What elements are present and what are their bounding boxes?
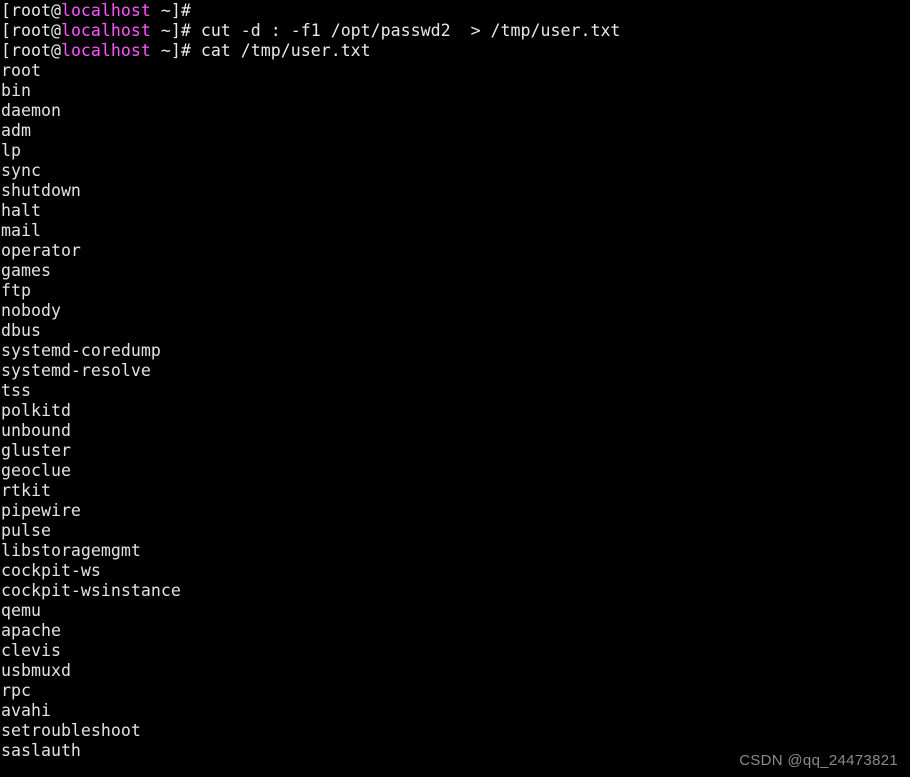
terminal-output-line: lp xyxy=(1,141,910,161)
output-text: tss xyxy=(1,381,31,400)
prompt-symbol: ~]# xyxy=(150,41,201,60)
output-text: nobody xyxy=(1,301,61,320)
terminal-window[interactable]: [root@localhost ~]# [root@localhost ~]# … xyxy=(0,0,910,777)
output-text: unbound xyxy=(1,421,71,440)
output-text: qemu xyxy=(1,601,41,620)
terminal-output-line: avahi xyxy=(1,701,910,721)
output-text: adm xyxy=(1,121,31,140)
prompt-user: [root@ xyxy=(1,21,61,40)
output-text: lp xyxy=(1,141,21,160)
terminal-output-line: dbus xyxy=(1,321,910,341)
terminal-output-line: cockpit-ws xyxy=(1,561,910,581)
output-text: apache xyxy=(1,621,61,640)
terminal-output-line: shutdown xyxy=(1,181,910,201)
terminal-prompt-line: [root@localhost ~]# cat /tmp/user.txt xyxy=(1,41,910,61)
output-text: polkitd xyxy=(1,401,71,420)
output-text: systemd-resolve xyxy=(1,361,151,380)
output-text: clevis xyxy=(1,641,61,660)
output-text: games xyxy=(1,261,51,280)
prompt-hostname: localhost xyxy=(60,1,151,20)
terminal-output-line: mail xyxy=(1,221,910,241)
terminal-prompt-line: [root@localhost ~]# xyxy=(1,1,910,21)
terminal-output-line: usbmuxd xyxy=(1,661,910,681)
output-text: setroubleshoot xyxy=(1,721,141,740)
output-text: rpc xyxy=(1,681,31,700)
terminal-output-line: clevis xyxy=(1,641,910,661)
output-text: gluster xyxy=(1,441,71,460)
terminal-output-line: rpc xyxy=(1,681,910,701)
output-text: halt xyxy=(1,201,41,220)
watermark-label: CSDN @qq_24473821 xyxy=(739,752,898,769)
terminal-output-line: bin xyxy=(1,81,910,101)
output-text: mail xyxy=(1,221,41,240)
output-text: pulse xyxy=(1,521,51,540)
terminal-output-line: gluster xyxy=(1,441,910,461)
terminal-command: cat /tmp/user.txt xyxy=(200,41,371,60)
output-text: geoclue xyxy=(1,461,71,480)
output-text: operator xyxy=(1,241,81,260)
output-text: rtkit xyxy=(1,481,51,500)
terminal-output-line: cockpit-wsinstance xyxy=(1,581,910,601)
prompt-hostname: localhost xyxy=(60,21,151,40)
terminal-output-line: games xyxy=(1,261,910,281)
prompt-symbol: ~]# xyxy=(150,21,201,40)
prompt-symbol: ~]# xyxy=(150,1,201,20)
terminal-output-line: libstoragemgmt xyxy=(1,541,910,561)
output-text: cockpit-wsinstance xyxy=(1,581,181,600)
output-text: shutdown xyxy=(1,181,81,200)
output-text: systemd-coredump xyxy=(1,341,161,360)
terminal-output-line: unbound xyxy=(1,421,910,441)
terminal-output-line: pipewire xyxy=(1,501,910,521)
output-text: daemon xyxy=(1,101,61,120)
terminal-output-line: tss xyxy=(1,381,910,401)
terminal-screen[interactable]: [root@localhost ~]# [root@localhost ~]# … xyxy=(1,1,910,777)
terminal-output-line: adm xyxy=(1,121,910,141)
terminal-output-line: nobody xyxy=(1,301,910,321)
terminal-output-line: systemd-coredump xyxy=(1,341,910,361)
terminal-prompt-line: [root@localhost ~]# cut -d : -f1 /opt/pa… xyxy=(1,21,910,41)
output-text: saslauth xyxy=(1,741,81,760)
output-text: bin xyxy=(1,81,31,100)
prompt-user: [root@ xyxy=(1,41,61,60)
output-text: usbmuxd xyxy=(1,661,71,680)
prompt-user: [root@ xyxy=(1,1,61,20)
terminal-output-line: rtkit xyxy=(1,481,910,501)
output-text: root xyxy=(1,61,41,80)
terminal-output-line: qemu xyxy=(1,601,910,621)
terminal-output-line: setroubleshoot xyxy=(1,721,910,741)
terminal-command: cut -d : -f1 /opt/passwd2 > /tmp/user.tx… xyxy=(200,21,621,40)
terminal-output-line: pulse xyxy=(1,521,910,541)
terminal-output-line: halt xyxy=(1,201,910,221)
terminal-output-line: ftp xyxy=(1,281,910,301)
output-text: cockpit-ws xyxy=(1,561,101,580)
output-text: libstoragemgmt xyxy=(1,541,141,560)
terminal-output-line: polkitd xyxy=(1,401,910,421)
terminal-output-line: root xyxy=(1,61,910,81)
terminal-output-line: systemd-resolve xyxy=(1,361,910,381)
terminal-output-line: daemon xyxy=(1,101,910,121)
terminal-output-line: sync xyxy=(1,161,910,181)
output-text: sync xyxy=(1,161,41,180)
output-text: avahi xyxy=(1,701,51,720)
output-text: dbus xyxy=(1,321,41,340)
terminal-output-line: geoclue xyxy=(1,461,910,481)
output-text: pipewire xyxy=(1,501,81,520)
terminal-output-line: operator xyxy=(1,241,910,261)
terminal-output-line: apache xyxy=(1,621,910,641)
output-text: ftp xyxy=(1,281,31,300)
prompt-hostname: localhost xyxy=(60,41,151,60)
